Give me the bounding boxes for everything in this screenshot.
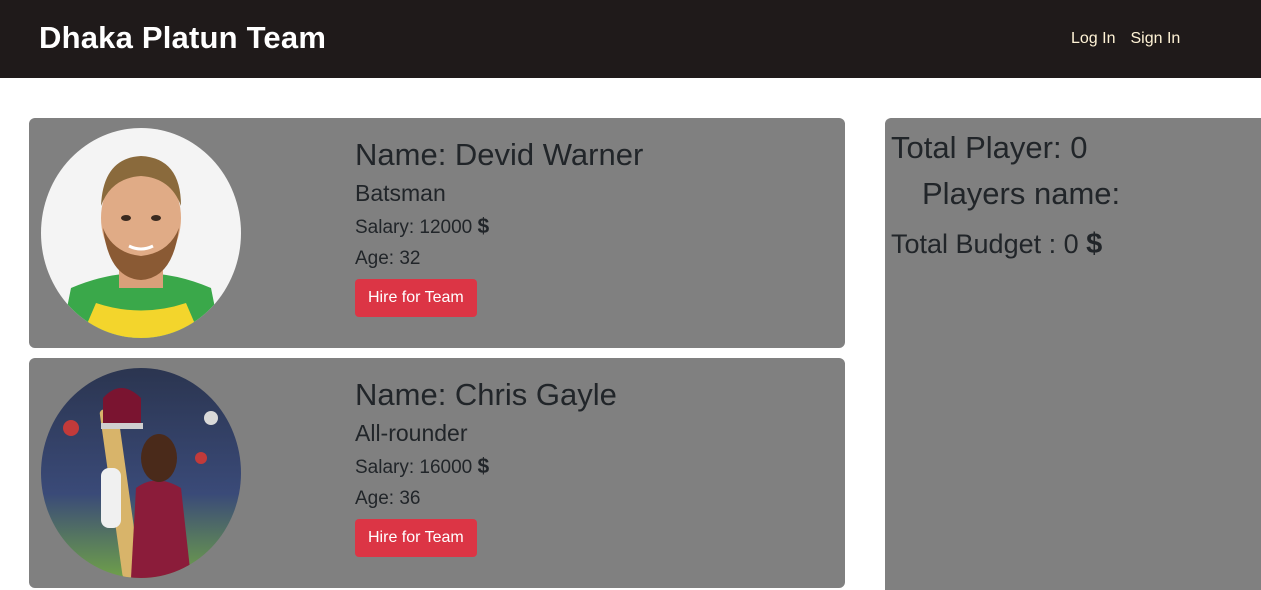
player-photo: [41, 128, 241, 338]
brand-title[interactable]: Dhaka Platun Team: [39, 20, 326, 56]
player-card: Name: Chris Gayle All-rounder Salary: 16…: [29, 358, 845, 588]
dollar-icon: $: [477, 454, 490, 478]
nav-links: Log In Sign In: [1071, 30, 1180, 48]
player-name: Name: Devid Warner: [355, 137, 644, 172]
player-age: Age: 32: [355, 248, 421, 270]
players-name-heading: Players name:: [922, 176, 1121, 211]
login-link[interactable]: Log In: [1071, 30, 1115, 48]
player-photo: [41, 368, 241, 578]
player-age: Age: 36: [355, 488, 421, 510]
player-photo-image: [41, 368, 241, 578]
player-role: All-rounder: [355, 419, 468, 446]
player-card: Name: Devid Warner Batsman Salary: 12000…: [29, 118, 845, 348]
salary-value: Salary: 12000: [355, 216, 473, 238]
team-summary-panel: Total Player: 0 Players name: Total Budg…: [885, 118, 1261, 590]
player-salary: Salary: 16000 $: [355, 453, 617, 481]
hire-button[interactable]: Hire for Team: [355, 279, 477, 318]
player-salary: Salary: 12000 $: [355, 213, 643, 241]
signin-link[interactable]: Sign In: [1130, 30, 1180, 48]
player-role: Batsman: [355, 179, 446, 206]
player-photo-image: [41, 128, 241, 338]
hire-button[interactable]: Hire for Team: [355, 519, 477, 558]
dollar-icon: $: [1086, 228, 1103, 260]
total-budget: Total Budget : 0 $: [891, 228, 1102, 261]
dollar-icon: $: [477, 214, 490, 238]
total-budget-value: Total Budget : 0: [891, 229, 1079, 259]
player-info: Name: Devid Warner Batsman Salary: 12000…: [355, 136, 644, 318]
total-player-count: Total Player: 0: [891, 130, 1088, 165]
salary-value: Salary: 16000: [355, 456, 473, 478]
player-name: Name: Chris Gayle: [355, 377, 617, 412]
top-navbar: Dhaka Platun Team Log In Sign In: [0, 0, 1261, 78]
player-info: Name: Chris Gayle All-rounder Salary: 16…: [355, 376, 617, 558]
